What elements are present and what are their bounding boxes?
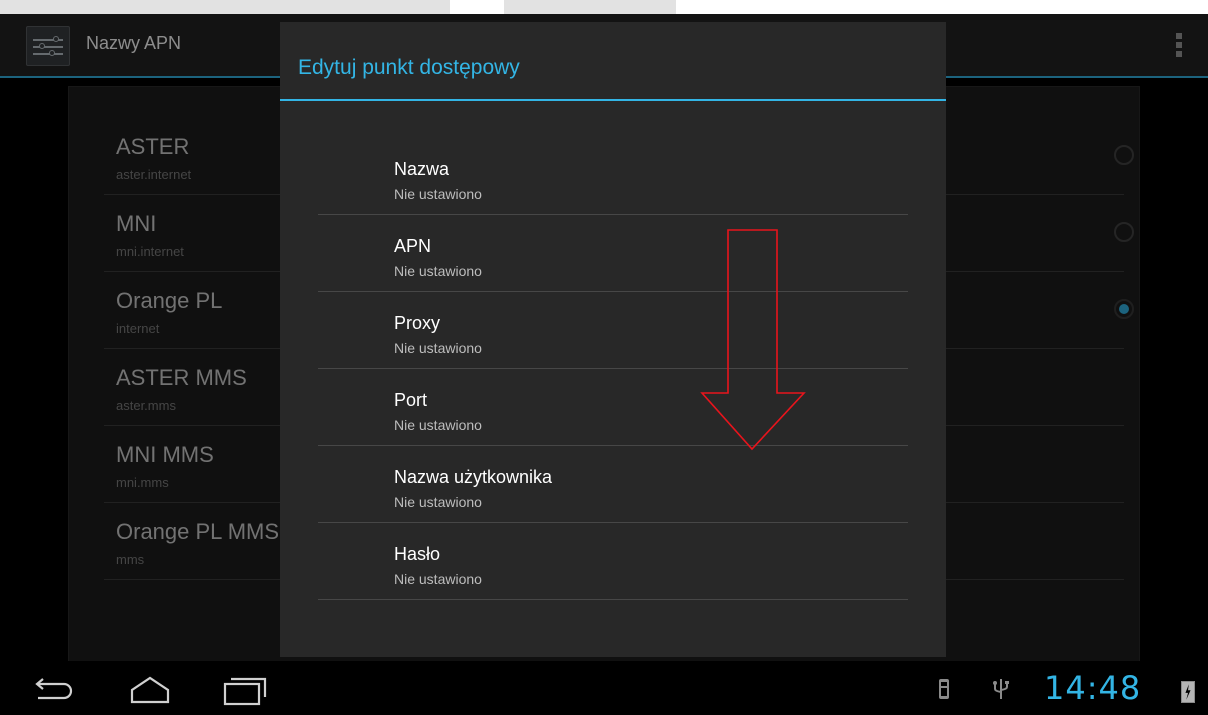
field-apn[interactable]: APN Nie ustawiono	[318, 215, 908, 292]
field-label: APN	[394, 236, 432, 256]
field-name[interactable]: Nazwa Nie ustawiono	[318, 138, 908, 215]
field-value: Nie ustawiono	[394, 186, 482, 202]
scroll-down-arrow-icon	[700, 229, 806, 451]
field-username[interactable]: Nazwa użytkownika Nie ustawiono	[318, 446, 908, 523]
edit-apn-dialog: Edytuj punkt dostępowy Nazwa Nie ustawio…	[280, 22, 946, 657]
field-value: Nie ustawiono	[394, 494, 482, 510]
field-value: Nie ustawiono	[394, 571, 482, 587]
field-port[interactable]: Port Nie ustawiono	[318, 369, 908, 446]
dialog-title: Edytuj punkt dostępowy	[298, 56, 520, 79]
back-icon[interactable]	[24, 671, 84, 707]
battery-charging-icon	[1181, 681, 1195, 703]
screen: Nazwy APN ASTER aster.internet MNI mni.i…	[0, 0, 1208, 715]
dialog-title-divider	[280, 99, 946, 101]
home-icon[interactable]	[120, 671, 180, 707]
field-label: Nazwa	[394, 159, 450, 179]
field-label: Proxy	[394, 313, 441, 333]
field-label: Port	[394, 390, 428, 410]
status-clock: 14:48	[1044, 669, 1142, 707]
device-display: Nazwy APN ASTER aster.internet MNI mni.i…	[0, 14, 1208, 715]
field-label: Hasło	[394, 544, 441, 564]
top-bezel-strip	[0, 0, 450, 14]
recent-apps-icon[interactable]	[214, 671, 274, 707]
field-value: Nie ustawiono	[394, 417, 482, 433]
usb-icon	[993, 679, 1009, 699]
field-proxy[interactable]: Proxy Nie ustawiono	[318, 292, 908, 369]
navigation-bar: 14:48	[0, 661, 1208, 715]
top-bezel-strip	[504, 0, 676, 14]
field-password[interactable]: Hasło Nie ustawiono	[318, 523, 908, 600]
field-label: Nazwa użytkownika	[394, 467, 553, 487]
field-value: Nie ustawiono	[394, 263, 482, 279]
field-value: Nie ustawiono	[394, 340, 482, 356]
android-debug-icon	[939, 679, 949, 699]
